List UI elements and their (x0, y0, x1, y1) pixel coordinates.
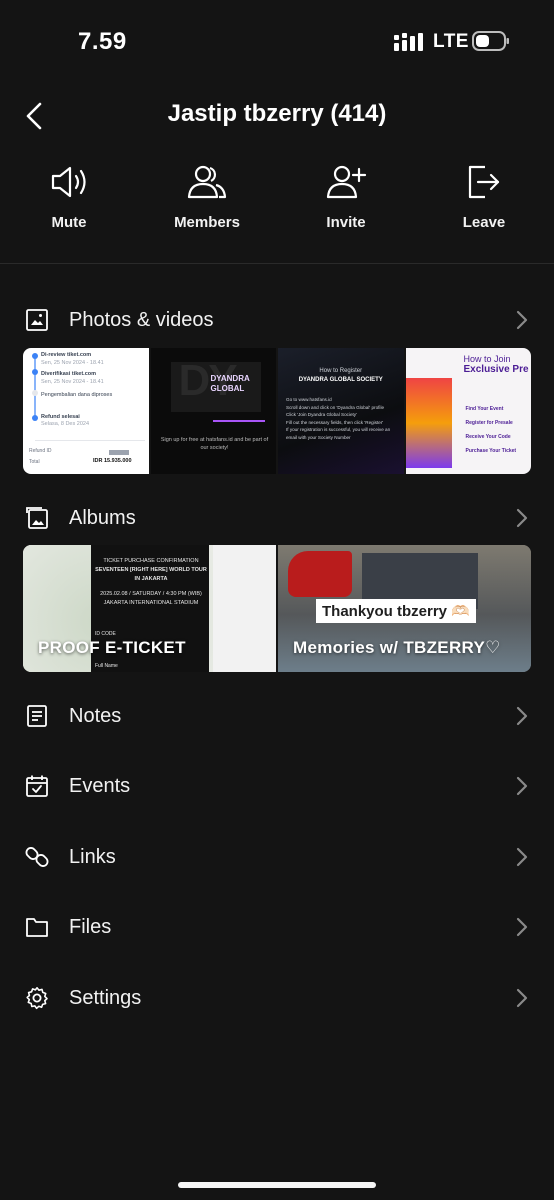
group-actions: Mute Members Invite Leave (0, 160, 554, 250)
thumb-text: Total (29, 459, 40, 465)
thumb-text: Exclusive Pre (463, 364, 529, 375)
notes-label: Notes (69, 704, 122, 727)
events-label: Events (69, 774, 131, 797)
photo-thumbnail[interactable]: How to Register DYANDRA GLOBAL SOCIETY G… (278, 348, 404, 474)
photo-thumbnail[interactable]: How to Join Exclusive Pre Find Your Even… (405, 348, 531, 474)
thumb-text: Go to www.hatsfans.id (286, 397, 332, 402)
members-label: Members (174, 214, 240, 231)
page-title: Jastip tbzerry (414) (167, 100, 387, 127)
album-title: PROOF E-TICKET (38, 638, 186, 657)
ticket-text: Full Name (95, 663, 118, 669)
files-label: Files (69, 915, 112, 938)
thumb-text: Sign up for free at hatsfans.id and be p… (160, 437, 269, 451)
notes-icon (24, 703, 50, 729)
link-icon (24, 844, 50, 870)
leave-label: Leave (462, 214, 506, 231)
gear-icon (24, 985, 50, 1011)
chevron-right-icon (512, 986, 532, 1010)
thumb-text: IDR 15.935.000 (93, 458, 132, 464)
network-label: LTE (433, 31, 469, 52)
album-title: Memories w/ TBZERRY♡ (293, 638, 501, 657)
status-bar: 7.59 LTE (0, 0, 554, 84)
invite-label: Invite (326, 214, 366, 231)
thumb-text: Register for Presale (465, 420, 513, 426)
album-strip: TICKET PURCHASE CONFIRMATION SEVENTEEN [… (23, 545, 531, 672)
thumb-text: Di-review tiket.com (41, 352, 92, 358)
album-card[interactable]: Thankyou tbzerry 🫶🏻 Memories w/ TBZERRY♡ (278, 545, 531, 672)
thumb-text: Refund ID (29, 448, 52, 454)
members-icon (185, 160, 229, 204)
files-row[interactable]: Files (0, 901, 554, 953)
photos-videos-label: Photos & videos (69, 308, 214, 331)
thumb-text: DYANDRA GLOBAL SOCIETY (298, 377, 383, 383)
status-time: 7.59 (78, 28, 127, 55)
photo-thumbnail[interactable]: Di-review tiket.com Sen, 25 Nov 2024 - 1… (23, 348, 149, 474)
signal-icon (394, 33, 423, 51)
notes-row[interactable]: Notes (0, 690, 554, 742)
thumb-text: How to Register (319, 368, 363, 374)
invite-button[interactable]: Invite (291, 160, 401, 250)
divider (0, 263, 554, 264)
album-icon (24, 505, 50, 531)
members-button[interactable]: Members (152, 160, 262, 250)
thumb-text: Sen, 25 Nov 2024 - 18.41 (41, 359, 104, 366)
thumb-text: Purchase Your Ticket (465, 448, 517, 454)
thumb-text: How to Join (463, 354, 511, 364)
home-indicator[interactable] (178, 1182, 376, 1188)
folder-icon (24, 914, 50, 940)
chevron-right-icon (512, 308, 532, 332)
albums-label: Albums (69, 506, 136, 529)
chevron-right-icon (512, 915, 532, 939)
ticket-text: JAKARTA INTERNATIONAL STADIUM (103, 600, 199, 606)
battery-icon (472, 31, 509, 51)
album-banner: Thankyou tbzerry 🫶🏻 (316, 599, 476, 623)
chevron-right-icon (512, 704, 532, 728)
photo-icon (24, 307, 50, 333)
ticket-text: 2025.02.08 / SATURDAY / 4:30 PM (WIB) (100, 591, 202, 597)
thumb-text: Receive Your Code (465, 434, 511, 440)
leave-button[interactable]: Leave (429, 160, 539, 250)
leave-icon (462, 160, 506, 204)
mute-label: Mute (51, 214, 87, 231)
thumb-text: Click 'Join Dyandra Global Society' (286, 412, 357, 418)
mute-button[interactable]: Mute (14, 160, 124, 250)
thumb-text: Fill out the necessary fields, then clic… (286, 419, 384, 425)
settings-row[interactable]: Settings (0, 972, 554, 1024)
settings-label: Settings (69, 986, 142, 1009)
thumb-text: Refund selesai (41, 413, 80, 420)
thumb-text: Pengembalian dana diproses (41, 392, 113, 398)
thumb-text: DYANDRA GLOBAL (210, 374, 250, 393)
ticket-text: ID CODE (95, 631, 116, 637)
album-card[interactable]: TICKET PURCHASE CONFIRMATION SEVENTEEN [… (23, 545, 276, 672)
ticket-text: TICKET PURCHASE CONFIRMATION (103, 558, 199, 564)
calendar-icon (24, 773, 50, 799)
thumb-text: Scroll down and click on 'Dyandra Global… (286, 404, 385, 410)
links-label: Links (69, 845, 116, 868)
chevron-right-icon (512, 774, 532, 798)
thumb-text: Diverifikasi tiket.com (41, 371, 97, 377)
add-person-icon (324, 160, 368, 204)
links-row[interactable]: Links (0, 831, 554, 883)
albums-row[interactable]: Albums (0, 492, 554, 544)
thumb-text: Selasa, 8 Des 2024 (41, 421, 90, 427)
photos-videos-row[interactable]: Photos & videos (0, 294, 554, 346)
photo-thumbnail[interactable]: DY DYANDRA GLOBAL Sign up for free at ha… (150, 348, 276, 474)
ticket-text: SEVENTEEN [RIGHT HERE] WORLD TOUR IN JAK… (95, 567, 207, 582)
photo-strip: Di-review tiket.com Sen, 25 Nov 2024 - 1… (23, 348, 531, 474)
speaker-icon (47, 160, 91, 204)
thumb-text: Sen, 25 Nov 2024 - 18.41 (41, 378, 104, 385)
thumb-text: Find Your Event (465, 406, 504, 412)
chevron-right-icon (512, 506, 532, 530)
events-row[interactable]: Events (0, 760, 554, 812)
chevron-right-icon (512, 845, 532, 869)
thumb-text: If your registration is successful, you … (286, 427, 391, 440)
